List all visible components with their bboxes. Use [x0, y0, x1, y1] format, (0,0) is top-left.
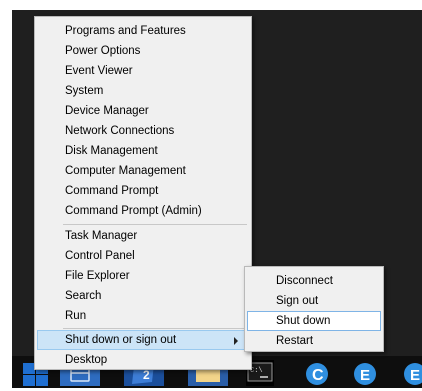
menu-item-computer-management[interactable]: Computer Management [37, 161, 249, 181]
menu-item-command-prompt-admin[interactable]: Command Prompt (Admin) [37, 201, 249, 221]
svg-text:E: E [360, 367, 370, 384]
svg-text:C: C [312, 367, 324, 384]
menu-item-task-manager[interactable]: Task Manager [37, 226, 249, 246]
menu-item-label: Shut down or sign out [65, 334, 177, 346]
menu-item-search[interactable]: Search [37, 286, 249, 306]
menu-item-run[interactable]: Run [37, 306, 249, 326]
menu-item-desktop[interactable]: Desktop [37, 350, 249, 370]
menu-item-device-manager[interactable]: Device Manager [37, 101, 249, 121]
menu-separator [63, 224, 247, 225]
menu-item-power-options[interactable]: Power Options [37, 41, 249, 61]
menu-item-programs-and-features[interactable]: Programs and Features [37, 21, 249, 41]
menu-item-command-prompt[interactable]: Command Prompt [37, 181, 249, 201]
svg-text:E: E [410, 367, 420, 384]
submenu-item-restart[interactable]: Restart [247, 331, 381, 351]
menu-separator [63, 328, 247, 329]
submenu-arrow-icon [234, 337, 238, 345]
menu-item-disk-management[interactable]: Disk Management [37, 141, 249, 161]
menu-item-file-explorer[interactable]: File Explorer [37, 266, 249, 286]
submenu-item-disconnect[interactable]: Disconnect [247, 271, 381, 291]
menu-item-event-viewer[interactable]: Event Viewer [37, 61, 249, 81]
edge-icon-2[interactable]: E [400, 360, 422, 386]
shutdown-submenu: Disconnect Sign out Shut down Restart [244, 266, 384, 352]
menu-item-shut-down-or-sign-out[interactable]: Shut down or sign out [37, 330, 249, 350]
menu-item-control-panel[interactable]: Control Panel [37, 246, 249, 266]
submenu-item-shut-down[interactable]: Shut down [247, 311, 381, 331]
edge-icon[interactable]: E [350, 360, 380, 386]
menu-item-network-connections[interactable]: Network Connections [37, 121, 249, 141]
svg-text:2: 2 [143, 368, 150, 382]
chrome-icon[interactable]: C [302, 360, 332, 386]
submenu-item-sign-out[interactable]: Sign out [247, 291, 381, 311]
winx-context-menu: Programs and Features Power Options Even… [34, 16, 252, 370]
menu-item-system[interactable]: System [37, 81, 249, 101]
